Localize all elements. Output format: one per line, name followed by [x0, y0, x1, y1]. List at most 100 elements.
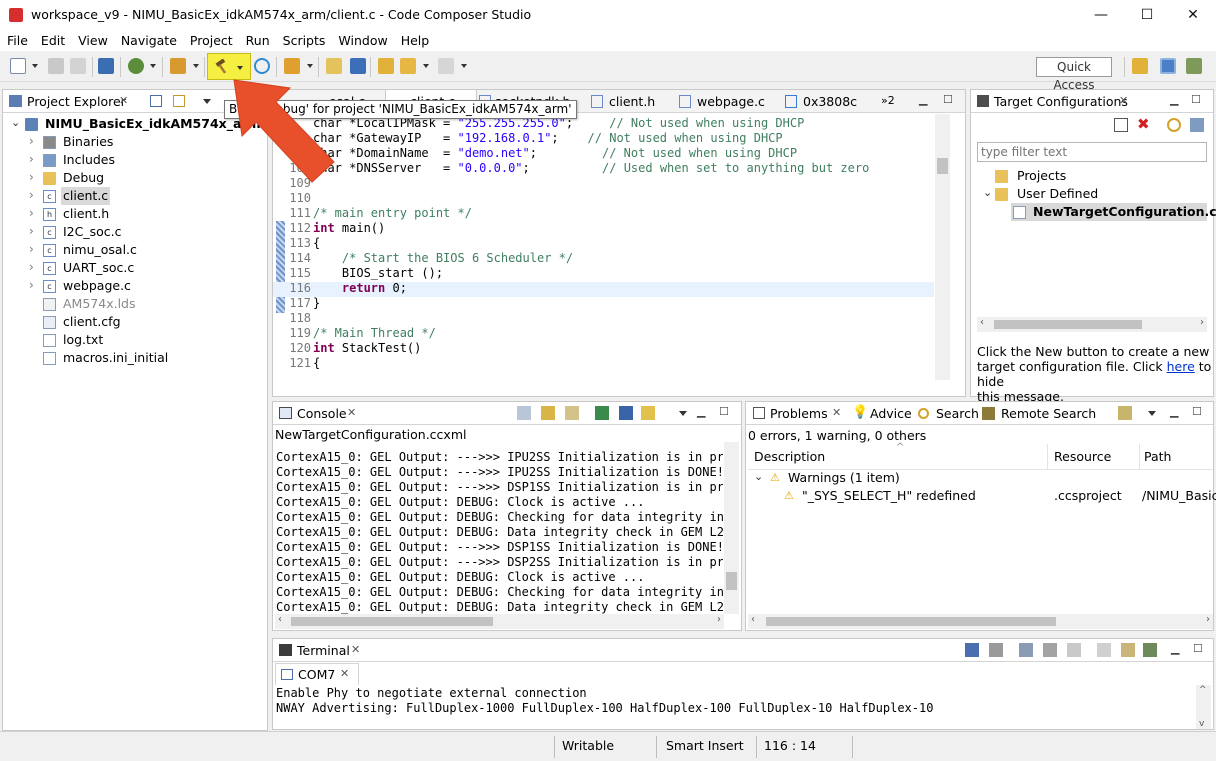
expand-icon[interactable]: ›: [29, 258, 39, 276]
disconnect-icon[interactable]: [989, 643, 1003, 657]
new-dropdown-icon[interactable]: [32, 64, 38, 68]
close-tab-icon[interactable]: ✕: [347, 406, 356, 419]
close-tab-icon[interactable]: ✕: [340, 667, 349, 680]
tab-project-explorer[interactable]: Project Explorer: [27, 94, 126, 109]
tab-disassembly[interactable]: 0x3808c: [803, 94, 857, 109]
view-menu-icon[interactable]: [203, 99, 211, 104]
tab-target-configurations[interactable]: Target Configurations: [994, 94, 1128, 109]
new-icon[interactable]: [10, 58, 26, 74]
expand-icon[interactable]: ›: [29, 222, 39, 240]
load-dropdown-icon[interactable]: [193, 64, 199, 68]
menu-help[interactable]: Help: [394, 31, 436, 51]
minimize-view-icon[interactable]: ▁: [697, 405, 705, 418]
close-tab-icon[interactable]: ✕: [351, 643, 360, 656]
warnings-group-row[interactable]: ⌄ ⚠ Warnings (1 item): [754, 469, 1214, 487]
expand-icon[interactable]: ›: [29, 168, 39, 186]
code-editor[interactable]: char *LocalIPMask = "255.255.255.0"; // …: [275, 116, 935, 378]
save-all-icon[interactable]: [70, 58, 86, 74]
filter-icon[interactable]: [1118, 406, 1132, 420]
pin-console-icon[interactable]: [595, 406, 609, 420]
menu-file[interactable]: File: [0, 31, 34, 51]
menu-navigate[interactable]: Navigate: [114, 31, 183, 51]
minimize-button[interactable]: —: [1078, 0, 1124, 31]
close-tab-icon[interactable]: ✕: [1119, 94, 1128, 107]
maximize-view-icon[interactable]: ☐: [1193, 642, 1203, 655]
select-all-icon[interactable]: [1067, 643, 1081, 657]
maximize-view-icon[interactable]: ☐: [1192, 405, 1202, 418]
expand-icon[interactable]: ›: [29, 132, 39, 150]
menu-view[interactable]: View: [71, 31, 114, 51]
console-horizontal-scrollbar[interactable]: ‹ ›: [275, 614, 724, 629]
maximize-view-icon[interactable]: ☐: [1191, 93, 1201, 106]
column-resource[interactable]: Resource: [1054, 449, 1111, 464]
column-path[interactable]: Path: [1144, 449, 1171, 464]
menu-window[interactable]: Window: [331, 31, 393, 51]
tab-webpage-c[interactable]: webpage.c: [697, 94, 765, 109]
menu-project[interactable]: Project: [183, 31, 239, 51]
maximize-view-icon[interactable]: ☐: [719, 405, 729, 418]
link-editor-icon[interactable]: [173, 95, 185, 107]
refresh-icon[interactable]: [1167, 118, 1181, 132]
close-tab-icon[interactable]: ✕: [832, 406, 841, 419]
console-vertical-scrollbar[interactable]: [724, 442, 739, 614]
filter-input[interactable]: [977, 142, 1207, 162]
problems-horizontal-scrollbar[interactable]: ‹ ›: [748, 614, 1213, 629]
expand-icon[interactable]: ›: [29, 204, 39, 222]
collapse-all-icon[interactable]: [150, 95, 162, 107]
paste-icon[interactable]: [1121, 643, 1135, 657]
quick-access-input[interactable]: Quick Access: [1036, 57, 1112, 92]
expand-icon[interactable]: ›: [29, 276, 39, 294]
debug-dropdown-icon[interactable]: [150, 64, 156, 68]
view-menu-icon[interactable]: [679, 411, 687, 416]
menu-run[interactable]: Run: [239, 31, 276, 51]
minimize-view-icon[interactable]: ▁: [1170, 405, 1178, 418]
expand-icon[interactable]: ›: [29, 150, 39, 168]
terminal-output[interactable]: Enable Phy to negotiate external connect…: [273, 685, 1193, 729]
close-tab-icon[interactable]: ✕: [119, 94, 128, 107]
new-target-config-icon[interactable]: [1114, 118, 1128, 132]
display-console-icon[interactable]: [619, 406, 633, 420]
flash-load-icon[interactable]: [170, 58, 186, 74]
scroll-lock-icon[interactable]: [1019, 643, 1033, 657]
build-dropdown-icon[interactable]: [237, 66, 243, 70]
expand-icon[interactable]: ⌄: [754, 468, 764, 486]
clear-console-icon[interactable]: [517, 406, 531, 420]
tab-terminal[interactable]: Terminal: [297, 643, 350, 658]
expand-icon[interactable]: ›: [29, 186, 39, 204]
menu-scripts[interactable]: Scripts: [276, 31, 332, 51]
word-wrap-icon[interactable]: [565, 406, 579, 420]
menu-edit[interactable]: Edit: [34, 31, 71, 51]
minimize-view-icon[interactable]: ▁: [919, 93, 927, 106]
view-menu-icon[interactable]: [1148, 411, 1156, 416]
terminal-vertical-scrollbar[interactable]: ^ v: [1196, 685, 1211, 729]
open-terminal-icon[interactable]: [965, 643, 979, 657]
minimize-view-icon[interactable]: ▁: [1171, 642, 1179, 655]
tab-overflow-button[interactable]: »2: [881, 94, 895, 107]
problem-row[interactable]: ⚠ "_SYS_SELECT_H" redefined .ccsproject …: [782, 487, 1216, 505]
scroll-lock-icon[interactable]: [541, 406, 555, 420]
maximize-view-icon[interactable]: ☐: [943, 93, 953, 106]
tab-com7[interactable]: COM7 ✕: [275, 663, 359, 685]
tab-client-h[interactable]: client.h: [609, 94, 655, 109]
tab-problems[interactable]: Problems: [770, 406, 828, 421]
maximize-button[interactable]: ☐: [1124, 0, 1170, 31]
editor-vertical-scrollbar[interactable]: [935, 114, 950, 380]
expand-icon[interactable]: ⌄: [983, 184, 993, 202]
target-config-horizontal-scrollbar[interactable]: ‹ ›: [977, 317, 1207, 332]
target-connection-icon[interactable]: [98, 58, 114, 74]
tab-console[interactable]: Console: [297, 406, 347, 421]
tab-remote-search[interactable]: Remote Search: [1001, 406, 1096, 421]
open-console-icon[interactable]: [641, 406, 655, 420]
delete-icon[interactable]: ✖: [1137, 115, 1150, 133]
save-icon[interactable]: [48, 58, 64, 74]
expand-icon[interactable]: ›: [29, 240, 39, 258]
link-icon[interactable]: [1190, 118, 1204, 132]
tab-search[interactable]: Search: [936, 406, 979, 421]
settings-icon[interactable]: [1143, 643, 1157, 657]
clear-terminal-icon[interactable]: [1043, 643, 1057, 657]
tab-advice[interactable]: Advice: [870, 406, 912, 421]
close-button[interactable]: ✕: [1170, 0, 1216, 31]
debug-bug-icon[interactable]: [128, 58, 144, 74]
console-output[interactable]: CortexA15_0: GEL Output: --->>> IPU2SS I…: [273, 442, 723, 614]
minimize-view-icon[interactable]: ▁: [1170, 93, 1178, 106]
